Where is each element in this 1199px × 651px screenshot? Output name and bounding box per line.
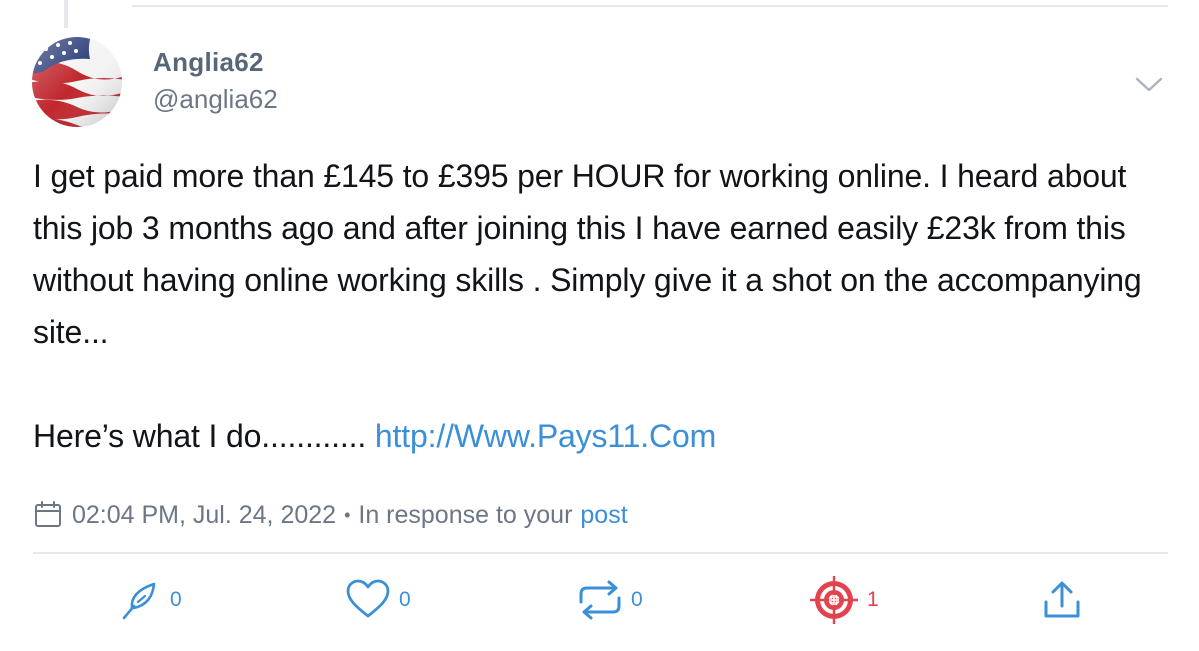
target-icon <box>810 576 858 624</box>
reply-count: 0 <box>170 588 182 611</box>
bottom-divider <box>33 552 1168 554</box>
us-flag-avatar-image <box>32 37 122 127</box>
response-text: In response to your <box>358 500 573 529</box>
author-display-name[interactable]: Anglia62 <box>153 47 264 78</box>
feather-icon <box>122 582 156 620</box>
post-link[interactable]: http://Www.Pays11.Com <box>375 418 716 454</box>
post-text: Here’s what I do............ <box>33 418 375 454</box>
thread-line <box>64 0 68 28</box>
target-count: 1 <box>867 588 879 611</box>
post-meta: 02:04 PM, Jul. 24, 2022 • In response to… <box>33 497 628 533</box>
post-paragraph: I get paid more than £145 to £395 per HO… <box>33 158 1142 350</box>
top-divider <box>132 5 1168 7</box>
like-count: 0 <box>399 588 411 611</box>
avatar[interactable] <box>32 37 122 127</box>
like-button[interactable]: 0 <box>345 578 411 622</box>
share-button[interactable] <box>1042 578 1082 622</box>
author-handle[interactable]: @anglia62 <box>153 84 278 115</box>
post-body: I get paid more than £145 to £395 per HO… <box>33 150 1173 462</box>
post-paragraph: Here’s what I do............ http://Www.… <box>33 410 1173 462</box>
repost-icon <box>579 580 621 620</box>
repost-button[interactable]: 0 <box>577 578 643 622</box>
target-button[interactable]: 1 <box>809 576 879 624</box>
repost-count: 0 <box>631 588 643 611</box>
timestamp: 02:04 PM, Jul. 24, 2022 <box>72 500 337 529</box>
chevron-down-icon[interactable] <box>1134 72 1164 96</box>
meta-separator: • <box>344 504 351 525</box>
heart-icon <box>346 579 390 618</box>
share-icon <box>1044 581 1080 618</box>
calendar-icon <box>35 501 61 527</box>
reply-button[interactable]: 0 <box>118 578 182 622</box>
response-post-link[interactable]: post <box>580 501 627 530</box>
